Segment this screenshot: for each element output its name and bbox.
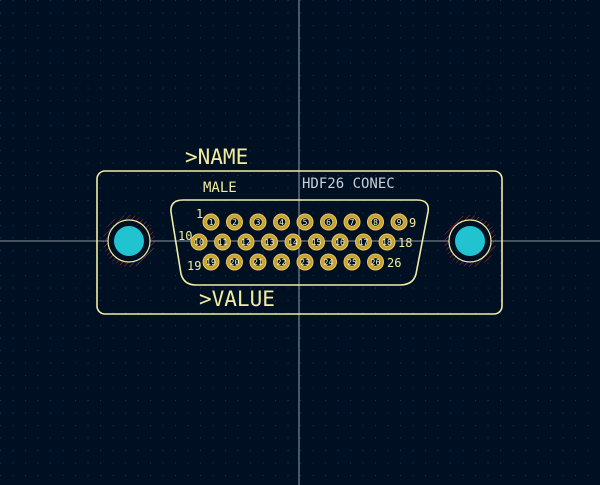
pad-number: 19 [206, 258, 216, 267]
pad-15[interactable]: 15 [308, 233, 325, 251]
row1-end-label: 9 [409, 216, 416, 230]
pad-number: 9 [397, 218, 402, 227]
mounting-hole-right[interactable] [444, 215, 496, 267]
row1-start-label: 1 [196, 207, 203, 221]
pad-5[interactable]: 5 [296, 213, 314, 231]
pad-18[interactable]: 18 [378, 233, 396, 251]
pad-26[interactable]: 26 [367, 253, 384, 271]
pad-12[interactable]: 12 [237, 233, 255, 251]
reference-field[interactable]: >NAME [185, 145, 248, 169]
pad-number: 17 [359, 238, 369, 247]
pad-22[interactable]: 22 [273, 253, 290, 271]
pad-number: 15 [312, 238, 322, 247]
pad-number: 14 [288, 238, 298, 247]
pad-number: 24 [324, 258, 334, 267]
mounting-hole-left[interactable] [103, 215, 155, 267]
pad-number: 2 [232, 218, 237, 227]
pad-number: 22 [277, 258, 287, 267]
row3-start-label: 19 [187, 259, 201, 273]
pad-4[interactable]: 4 [273, 213, 290, 231]
row2-end-label: 18 [398, 236, 412, 250]
pad-25[interactable]: 25 [343, 253, 361, 271]
pad-number: 6 [326, 218, 331, 227]
value-field[interactable]: >VALUE [199, 287, 275, 311]
pad-21[interactable]: 21 [249, 253, 267, 271]
pad-number: 20 [230, 258, 240, 267]
pad-number: 1 [209, 218, 214, 227]
gender-label: MALE [203, 180, 237, 196]
pad-13[interactable]: 13 [261, 233, 278, 251]
pad-number: 8 [373, 218, 378, 227]
pad-9[interactable]: 9 [390, 213, 408, 231]
pad-number: 11 [218, 238, 228, 247]
row2-start-label: 10 [178, 229, 192, 243]
pad-number: 21 [253, 258, 263, 267]
pad-number: 13 [265, 238, 275, 247]
part-label: HDF26 CONEC [302, 176, 395, 192]
pad-23[interactable]: 23 [296, 253, 314, 271]
pad-number: 10 [194, 238, 204, 247]
pad-11[interactable]: 11 [214, 233, 231, 251]
pad-1[interactable]: 1 [202, 213, 220, 231]
pad-7[interactable]: 7 [343, 213, 361, 231]
pad-6[interactable]: 6 [320, 213, 337, 231]
pcb-editor-canvas[interactable]: 1 2 3 4 5 6 7 8 910 11 12 13 14 15 16 17 1819 20 21 22 23 24 2… [0, 0, 600, 485]
pad-24[interactable]: 24 [320, 253, 337, 271]
pad-19[interactable]: 19 [202, 253, 220, 271]
pad-3[interactable]: 3 [249, 213, 267, 231]
pad-number: 12 [241, 238, 251, 247]
pad-number: 18 [382, 238, 392, 247]
drill-hole [114, 226, 144, 256]
pad-20[interactable]: 20 [226, 253, 243, 271]
pad-14[interactable]: 14 [284, 233, 302, 251]
pad-number: 25 [347, 258, 357, 267]
pad-number: 16 [335, 238, 345, 247]
pad-8[interactable]: 8 [367, 213, 384, 231]
pad-number: 23 [300, 258, 310, 267]
pad-16[interactable]: 16 [331, 233, 349, 251]
pad-2[interactable]: 2 [226, 213, 243, 231]
pad-10[interactable]: 10 [190, 233, 208, 251]
drill-hole [455, 226, 485, 256]
pad-number: 26 [371, 258, 381, 267]
pad-number: 7 [350, 218, 355, 227]
row3-end-label: 26 [387, 256, 401, 270]
pad-17[interactable]: 17 [355, 233, 372, 251]
pad-number: 5 [303, 218, 308, 227]
pad-number: 4 [279, 218, 284, 227]
pad-number: 3 [256, 218, 261, 227]
